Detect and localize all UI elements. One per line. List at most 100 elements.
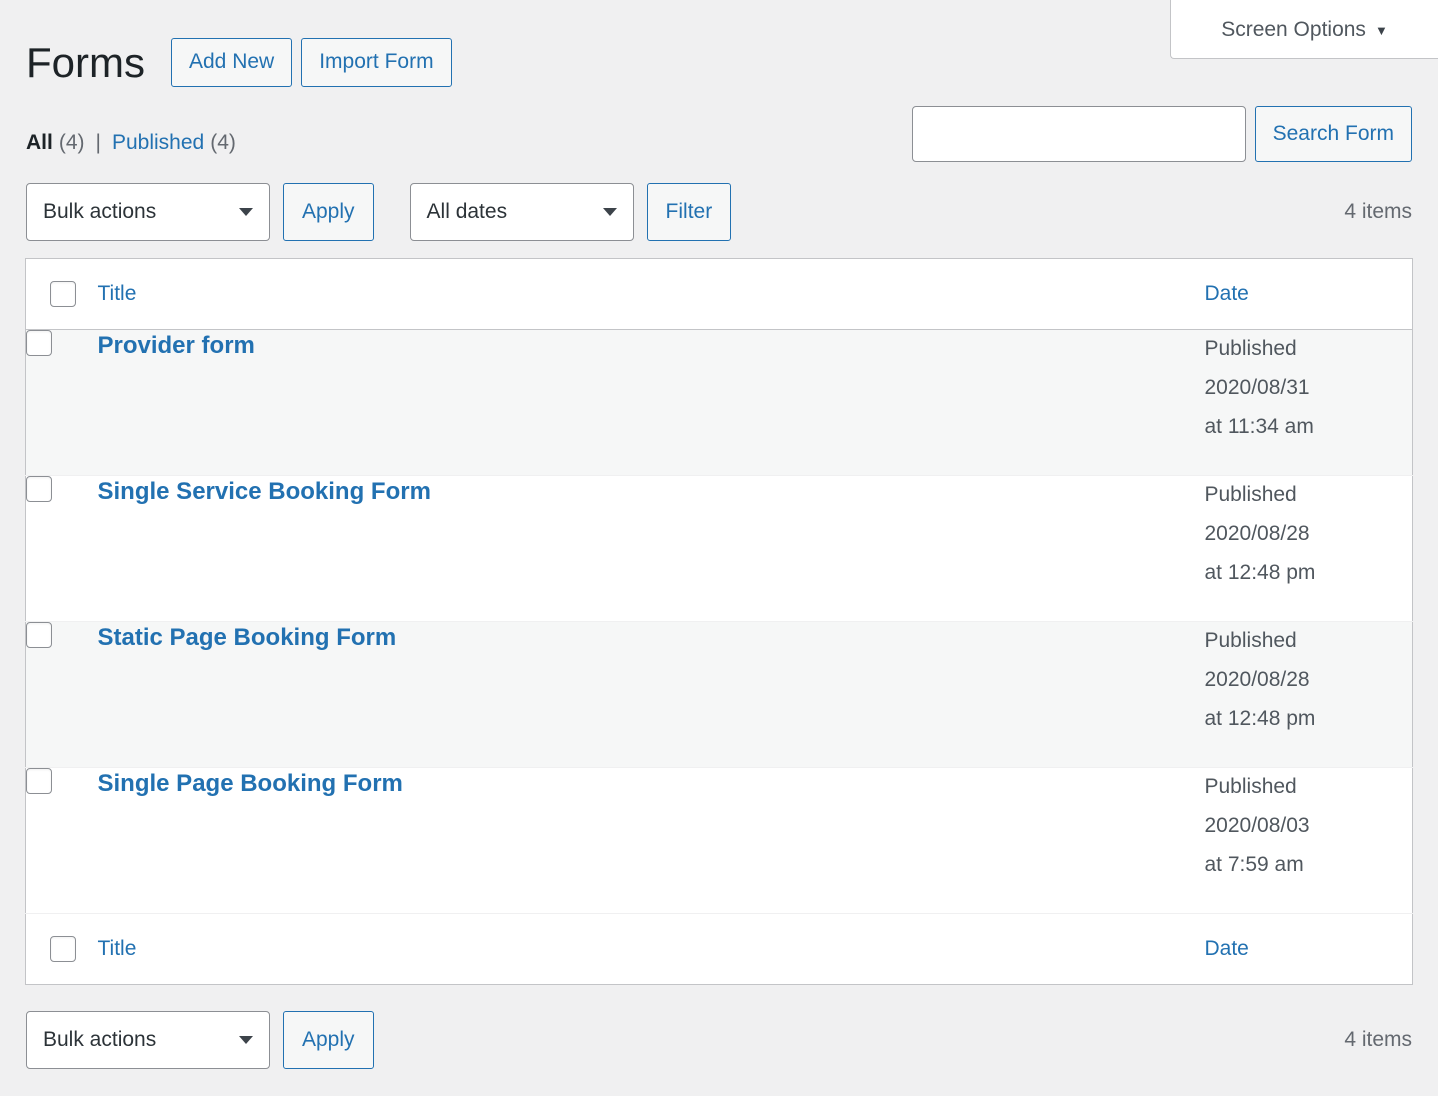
filter-button[interactable]: Filter [646, 183, 732, 241]
table-body: Provider form Published 2020/08/31 at 11… [25, 329, 1413, 914]
table-row: Static Page Booking Form Published 2020/… [25, 621, 1413, 768]
chevron-down-icon [602, 208, 617, 216]
search-input[interactable] [911, 106, 1246, 162]
table-row: Provider form Published 2020/08/31 at 11… [25, 329, 1413, 476]
row-title-cell: Single Service Booking Form [98, 476, 1205, 622]
row-date-status: Published [1204, 483, 1297, 506]
row-select-checkbox[interactable] [26, 768, 52, 794]
select-all-wrapper [50, 259, 98, 329]
screen-options-label: Screen Options [1221, 17, 1366, 41]
sort-by-title-link-top[interactable]: Title [98, 282, 137, 306]
view-all: All (4) | [26, 132, 112, 153]
sort-by-date-link-bottom[interactable]: Date [1205, 937, 1249, 961]
row-date-status: Published [1204, 337, 1297, 360]
tablenav-bottom: Bulk actions Apply 4 items [26, 1011, 1412, 1069]
chevron-down-icon: ▼ [1374, 22, 1388, 38]
table-head: Title Date [25, 258, 1413, 330]
form-title-link[interactable]: Provider form [98, 332, 255, 359]
views-separator: | [95, 131, 101, 154]
forms-list-table: Title Date Provider form Published 2020/… [25, 258, 1413, 985]
page-title: Forms [26, 38, 145, 86]
table-row: Single Page Booking Form Published 2020/… [25, 767, 1413, 914]
select-all-header [25, 258, 98, 330]
date-filter-select-label: All dates [426, 200, 508, 223]
row-select-checkbox[interactable] [26, 622, 52, 648]
column-header-date: Date [1204, 258, 1413, 330]
forms-admin-page: Screen Options ▼ Forms Add New Import Fo… [0, 0, 1438, 1096]
bulk-actions-select-top[interactable]: Bulk actions [26, 183, 270, 241]
date-filter-select[interactable]: All dates [409, 183, 634, 241]
row-checkbox-cell [26, 330, 98, 476]
bulk-actions-select-top-label: Bulk actions [43, 200, 157, 223]
form-title-link[interactable]: Single Service Booking Form [98, 478, 431, 505]
row-date-cell: Published 2020/08/28 at 12:48 pm [1205, 622, 1413, 768]
select-all-wrapper-bottom [50, 914, 98, 984]
row-date-value: 2020/08/03 [1204, 813, 1310, 837]
row-title-cell: Static Page Booking Form [98, 622, 1205, 768]
column-footer-date-wrapper: Date [1205, 914, 1413, 984]
select-all-checkbox-bottom[interactable] [50, 936, 76, 962]
row-title-cell: Provider form [98, 330, 1205, 476]
views-filter-list: All (4) | Published (4) [26, 132, 236, 153]
row-date-value: 2020/08/28 [1204, 667, 1310, 691]
row-checkbox-cell [26, 768, 98, 914]
displaying-num-bottom: 4 items [1344, 1028, 1412, 1051]
view-published: Published (4) [112, 132, 236, 153]
row-date-cell: Published 2020/08/31 at 11:34 am [1205, 330, 1413, 476]
screen-options-toggle-button[interactable]: Screen Options ▼ [1221, 19, 1388, 40]
row-date-lines: Published 2020/08/31 at 11:34 am [1205, 330, 1413, 447]
page-title-row: Forms Add New Import Form [26, 38, 461, 87]
row-date-value: 2020/08/31 [1204, 375, 1310, 399]
column-footer-title: Title [97, 913, 1205, 985]
row-date-time: at 12:48 pm [1204, 706, 1316, 730]
sort-by-date-link-top[interactable]: Date [1205, 282, 1249, 306]
table-row: Single Service Booking Form Published 20… [25, 475, 1413, 622]
row-checkbox-cell [26, 622, 98, 768]
row-date-status: Published [1204, 629, 1297, 652]
row-select-checkbox[interactable] [26, 476, 52, 502]
row-select-checkbox[interactable] [26, 330, 52, 356]
add-new-button[interactable]: Add New [171, 38, 293, 87]
table-foot: Title Date [25, 913, 1413, 985]
select-all-footer [25, 913, 98, 985]
row-date-value: 2020/08/28 [1204, 521, 1310, 545]
row-date-status: Published [1204, 775, 1297, 798]
chevron-down-icon [239, 1036, 253, 1044]
table-header-row: Title Date [25, 258, 1413, 330]
tablenav-top: Bulk actions Apply All dates Filter 4 it… [26, 183, 1412, 241]
view-all-link[interactable]: All [26, 132, 53, 153]
row-checkbox-cell [26, 476, 98, 622]
search-form-button[interactable]: Search Form [1254, 106, 1412, 162]
bulk-actions-group-top: Bulk actions Apply All dates Filter [26, 183, 732, 241]
column-footer-date: Date [1204, 913, 1413, 985]
import-form-button[interactable]: Import Form [301, 38, 452, 87]
row-date-cell: Published 2020/08/03 at 7:59 am [1205, 768, 1413, 914]
chevron-down-icon [239, 208, 253, 216]
form-title-link[interactable]: Single Page Booking Form [98, 770, 403, 797]
view-published-link[interactable]: Published [112, 132, 204, 153]
apply-button-top[interactable]: Apply [283, 183, 374, 241]
view-all-count: (4) [58, 131, 85, 154]
row-date-cell: Published 2020/08/28 at 12:48 pm [1205, 476, 1413, 622]
view-published-count: (4) [210, 131, 236, 154]
row-date-time: at 12:48 pm [1204, 560, 1316, 584]
row-date-lines: Published 2020/08/03 at 7:59 am [1205, 768, 1413, 885]
apply-button-bottom[interactable]: Apply [283, 1011, 374, 1069]
date-filter-group: All dates Filter [409, 183, 732, 241]
row-date-lines: Published 2020/08/28 at 12:48 pm [1205, 622, 1413, 739]
column-header-title: Title [97, 258, 1205, 330]
select-all-checkbox-top[interactable] [50, 281, 76, 307]
row-date-lines: Published 2020/08/28 at 12:48 pm [1205, 476, 1413, 593]
sort-by-title-link-bottom[interactable]: Title [98, 937, 137, 961]
displaying-num-top: 4 items [1344, 200, 1412, 223]
row-date-time: at 11:34 am [1204, 414, 1314, 438]
column-header-date-wrapper: Date [1205, 259, 1413, 329]
search-box: Search Form [911, 106, 1412, 162]
column-footer-title-wrapper: Title [98, 914, 1205, 984]
table-footer-row: Title Date [25, 913, 1413, 985]
column-header-title-wrapper: Title [98, 259, 1205, 329]
screen-meta-links: Screen Options ▼ [1170, 0, 1438, 59]
form-title-link[interactable]: Static Page Booking Form [98, 624, 397, 651]
bulk-actions-select-bottom[interactable]: Bulk actions [26, 1011, 270, 1069]
bulk-actions-select-bottom-label: Bulk actions [43, 1028, 157, 1051]
